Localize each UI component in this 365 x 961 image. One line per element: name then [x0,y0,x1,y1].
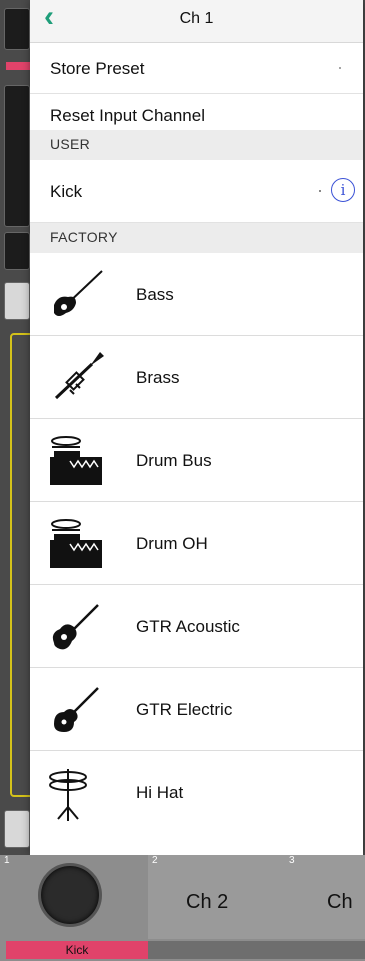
channel-color-bar [6,62,30,70]
drum-icon [50,519,102,568]
info-icon[interactable]: i [331,178,355,202]
drum-icon [50,436,102,485]
factory-preset-item[interactable]: GTR Electric [30,668,363,751]
disclosure-dot [339,67,341,69]
mixer-control [4,85,30,227]
popover-header: ‹ Ch 1 [30,0,363,43]
factory-preset-item[interactable]: Drum Bus [30,419,363,502]
preset-label: Hi Hat [136,783,184,802]
user-section-header: USER [30,130,363,160]
mixer-control [4,810,30,848]
section-title: USER [50,136,91,152]
channel-1-name-label: Kick [6,941,148,959]
channel-1-tile[interactable]: 1 [0,855,149,939]
preset-label: Brass [136,368,180,387]
preset-label: Bass [136,285,174,304]
factory-section-header: FACTORY [30,223,363,253]
menu-item-label: Reset Input Channel [50,106,205,125]
preset-popover: ‹ Ch 1 Store Preset Reset Input Channel … [30,0,363,855]
menu-item-label: Store Preset [50,59,145,78]
channel-name: Ch 2 [186,891,229,913]
channel-number: 3 [289,855,295,866]
bass-guitar-icon [54,270,103,316]
factory-preset-item[interactable]: GTR Acoustic [30,585,363,668]
preset-label: GTR Electric [136,700,233,719]
trumpet-icon [54,352,104,400]
preset-label: GTR Acoustic [136,617,240,636]
popover-title: Ch 1 [179,10,214,27]
mixer-control [4,282,30,320]
preset-label: Drum Bus [136,451,212,470]
mixer-control [4,8,30,50]
user-preset-item[interactable]: Kick i [30,160,363,223]
factory-preset-item[interactable]: Bass [30,253,363,336]
store-preset-item[interactable]: Store Preset [30,43,363,94]
factory-preset-item[interactable]: Brass [30,336,363,419]
section-title: FACTORY [50,229,118,245]
factory-preset-item[interactable]: Drum OH [30,502,363,585]
channel-number: 1 [4,855,10,866]
mixer-control [4,232,30,270]
channel-number: 2 [152,855,158,866]
channel-2-tile[interactable]: 2 Ch 2 [148,855,286,939]
hi-hat-icon [49,769,87,821]
preset-label: Kick [50,182,83,201]
factory-preset-item[interactable]: Hi Hat [30,751,363,833]
channel-3-tile[interactable]: 3 Ch [285,855,365,939]
preset-label: Drum OH [136,534,208,553]
electric-guitar-icon [54,687,99,732]
disclosure-dot [319,190,321,192]
channel-knob[interactable] [38,863,102,927]
channel-bar: 1 2 Ch 2 3 Ch Kick [0,855,365,961]
reset-input-channel-item[interactable]: Reset Input Channel [30,94,363,130]
channel-name: Ch [327,891,353,913]
acoustic-guitar-icon [52,604,99,650]
channel-label-strip [148,941,365,959]
